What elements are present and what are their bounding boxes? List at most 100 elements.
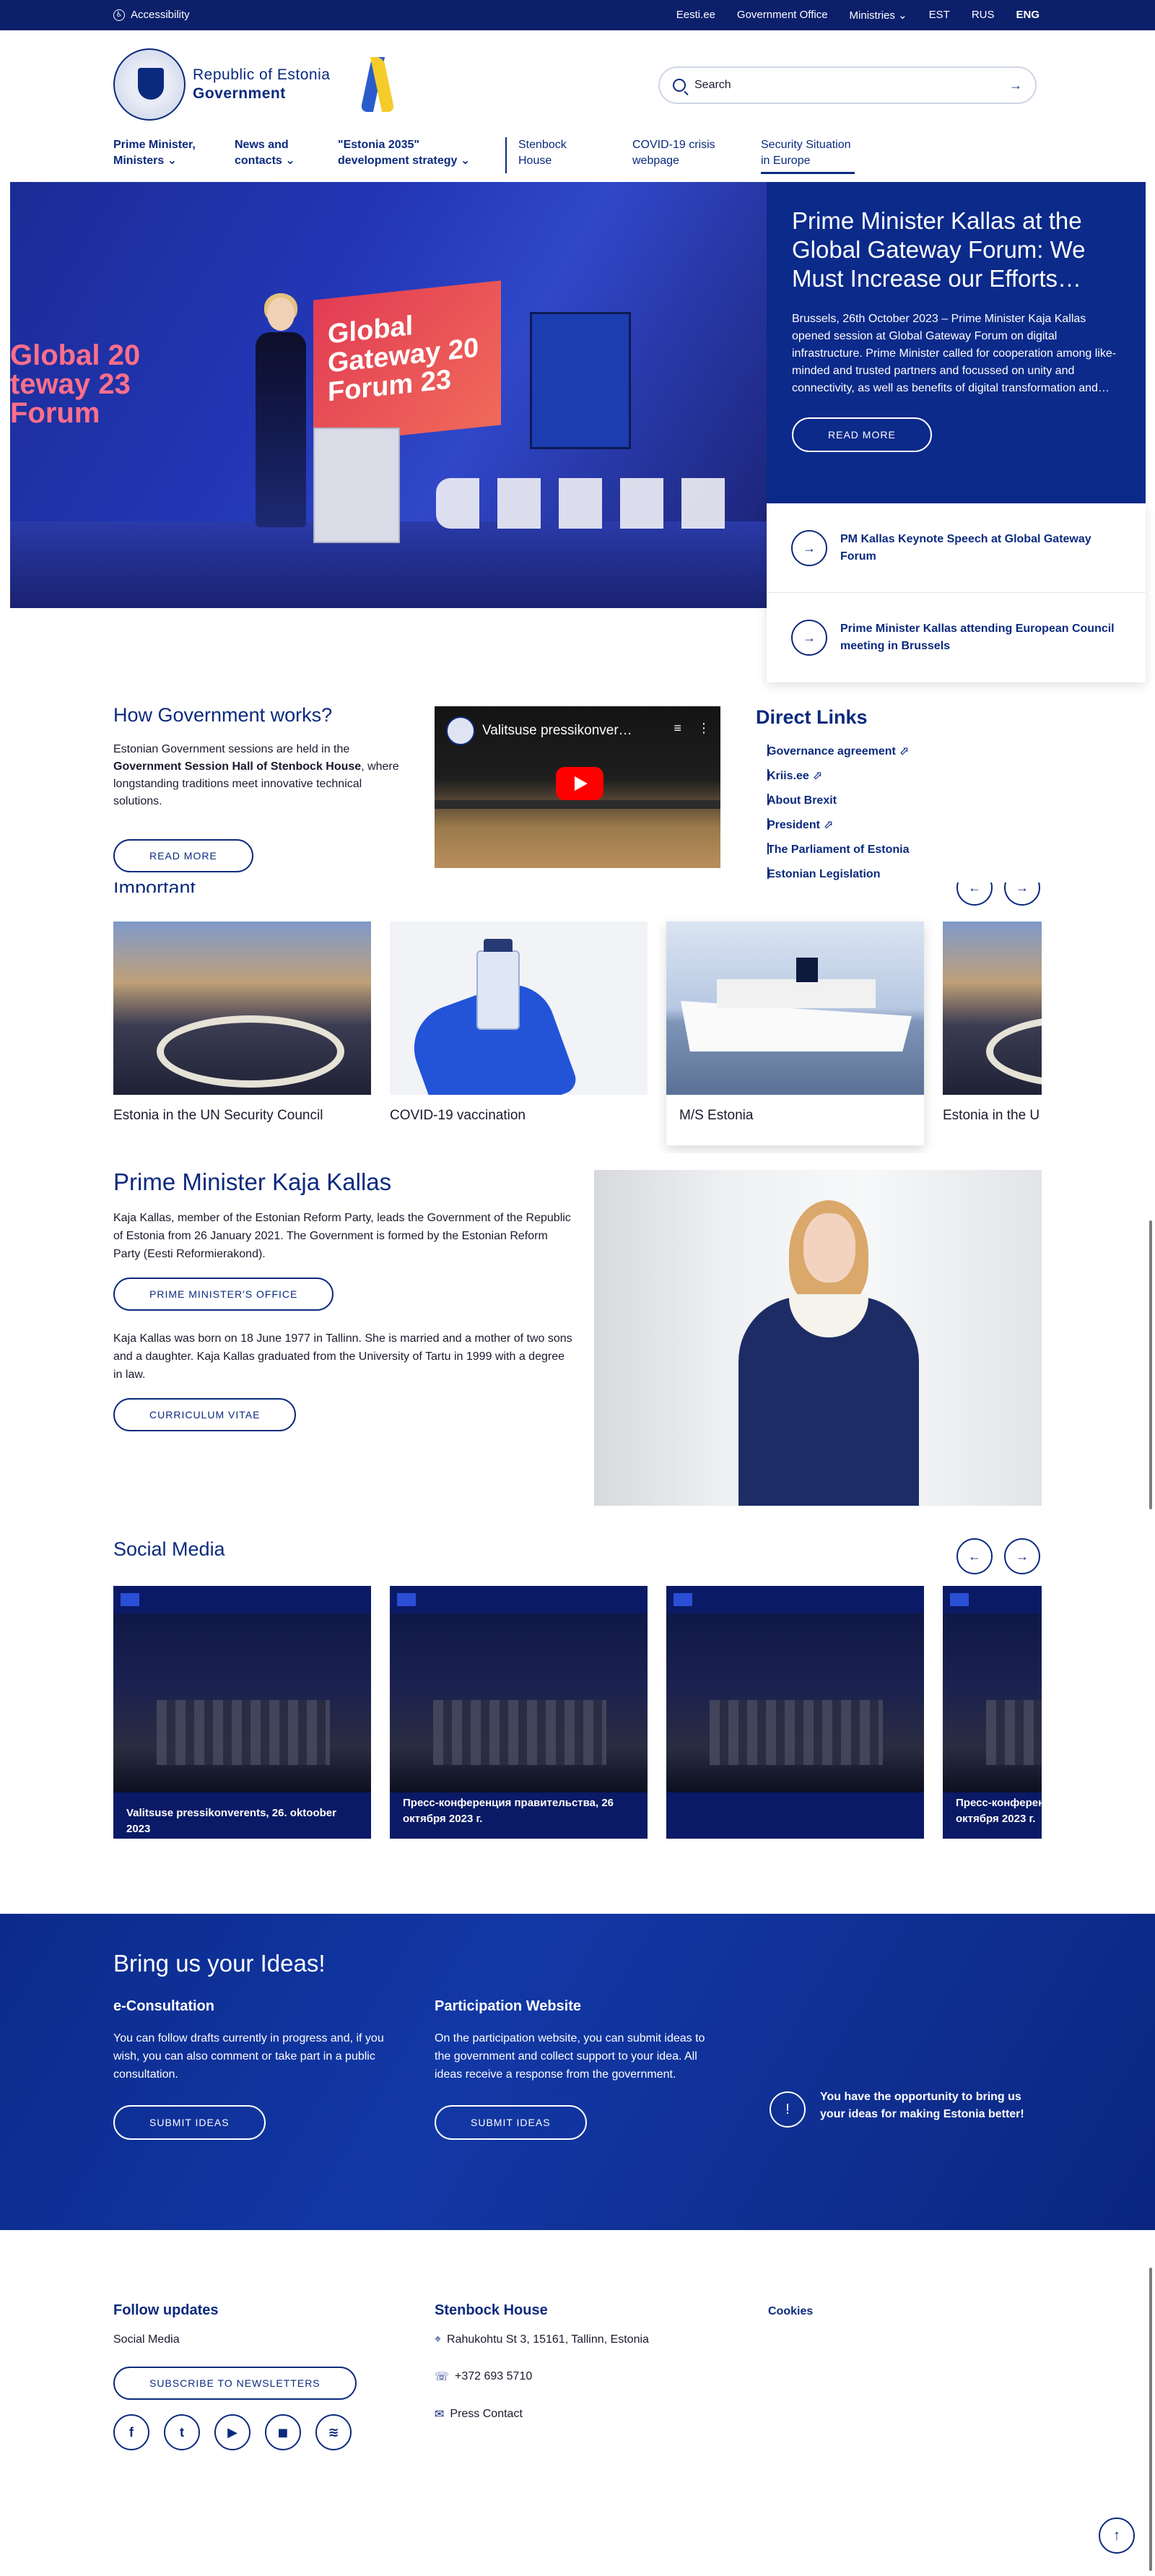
nav-covid[interactable]: COVID-19 crisis webpage [632, 137, 726, 174]
lang-eng[interactable]: ENG [1016, 9, 1040, 22]
social-next-button[interactable]: → [1004, 1538, 1040, 1574]
important-carousel: Important ← → Estonia in the UN Security… [113, 882, 1042, 1153]
direct-links-title: Direct Links [756, 706, 868, 728]
twitter-icon[interactable]: t [164, 2414, 200, 2450]
hero-title[interactable]: Prime Minister Kallas at the Global Gate… [792, 207, 1120, 293]
hero-related-label-1: PM Kallas Keynote Speech at Global Gatew… [840, 532, 1091, 563]
vaccine-image [390, 921, 648, 1095]
e-consultation-submit-button[interactable]: SUBMIT IDEAS [113, 2105, 266, 2140]
how-gov-read-more-button[interactable]: READ MORE [113, 839, 253, 872]
social-media-link[interactable]: Social Media [113, 2333, 357, 2346]
nav-estonia-2035[interactable]: "Estonia 2035" development strategy ⌄ [338, 137, 482, 174]
back-to-top-button[interactable]: ↑ [1099, 2518, 1135, 2554]
youtube-badge-icon [674, 1593, 692, 1606]
direct-link-parliament[interactable]: The Parliament of Estonia [767, 843, 1045, 857]
hero-image[interactable]: Global 20 teway 23 Forum Global Gateway 20 F… [10, 182, 768, 608]
hero-card: Prime Minister Kallas at the Global Gate… [767, 182, 1146, 503]
video-title[interactable]: Valitsuse pressikonver… [482, 723, 632, 739]
ideas-title: Bring us your Ideas! [113, 1950, 326, 1977]
nav-security-situation[interactable]: Security Situation in Europe [761, 137, 855, 174]
accessibility-link[interactable]: ♿ Accessibility [113, 9, 190, 21]
card-caption: Estonia in the UN Security Council [113, 1108, 323, 1123]
scrollbar[interactable] [1149, 1220, 1152, 1509]
rss-icon[interactable]: ≋ [315, 2414, 352, 2450]
youtube-icon[interactable]: ▶ [214, 2414, 250, 2450]
direct-link-brexit[interactable]: About Brexit [767, 794, 1045, 808]
hero-related-link-1[interactable]: → PM Kallas Keynote Speech at Global Gat… [767, 503, 1146, 593]
more-options-icon[interactable]: ⋮ [697, 721, 710, 736]
hero-related-links: → PM Kallas Keynote Speech at Global Gat… [767, 503, 1146, 682]
arrow-right-icon[interactable]: → [1009, 78, 1022, 93]
carousel-next-button[interactable]: → [1004, 882, 1040, 906]
social-card-2[interactable]: Пресс-конференция правительства, 26 октя… [390, 1586, 648, 1839]
hero-image-podium [313, 428, 400, 543]
direct-link-president[interactable]: President ⬀ [767, 818, 1045, 833]
lang-rus[interactable]: RUS [972, 9, 995, 22]
curriculum-vitae-button[interactable]: CURRICULUM VITAE [113, 1398, 297, 1431]
cookies-link[interactable]: Cookies [768, 2305, 813, 2318]
hero-image-screen: Global Gateway 20 Forum 23 [313, 280, 501, 445]
social-card-1[interactable]: Valitsuse pressikonverents, 26. oktoober… [113, 1586, 371, 1839]
location-icon: ⌖ [435, 2333, 442, 2346]
accessibility-icon: ♿ [113, 9, 125, 21]
stenbock-house-contact: Stenbock House ⌖ Rahukohtu St 3, 15161, T… [435, 2302, 649, 2445]
mail-icon: ✉ [435, 2408, 445, 2421]
important-card-un[interactable]: Estonia in the UN Security Council [113, 921, 371, 1145]
nav-stenbock-house[interactable]: Stenbock House [518, 137, 598, 174]
press-contact-link[interactable]: Press Contact [450, 2408, 522, 2421]
social-card-4[interactable]: Пресс-конферен октября 2023 г. [943, 1586, 1042, 1839]
important-card-ms-estonia[interactable]: M/S Estonia [666, 921, 924, 1145]
logo-line-1: Republic of Estonia [193, 66, 331, 83]
how-gov-text: Estonian Government sessions are held in… [113, 743, 399, 807]
pm-office-button[interactable]: PRIME MINISTER'S OFFICE [113, 1278, 334, 1311]
subscribe-newsletter-button[interactable]: SUBSCRIBE TO NEWSLETTERS [113, 2367, 357, 2400]
top-link-government-office[interactable]: Government Office [737, 9, 828, 22]
participation-submit-button[interactable]: SUBMIT IDEAS [435, 2105, 587, 2140]
direct-link-governance-agreement[interactable]: Governance agreement ⬀ [767, 745, 1045, 759]
phone[interactable]: +372 693 5710 [455, 2370, 532, 2383]
important-card-covid[interactable]: COVID-19 vaccination [390, 921, 648, 1145]
direct-link-kriis[interactable]: Kriis.ee ⬀ [767, 769, 1045, 784]
pm-text-2: Kaja Kallas was born on 18 June 1977 in … [113, 1332, 572, 1381]
flickr-icon[interactable]: ◼ [265, 2414, 301, 2450]
social-card-3[interactable] [666, 1586, 924, 1839]
carousel-prev-button[interactable]: ← [956, 882, 993, 906]
hero-related-link-2[interactable]: → Prime Minister Kallas attending Europe… [767, 593, 1146, 682]
social-title: Social Media [113, 1538, 225, 1560]
pm-text-1: Kaja Kallas, member of the Estonian Refo… [113, 1212, 571, 1260]
youtube-badge-icon [397, 1593, 416, 1606]
logo-line-2: Government [193, 85, 286, 102]
hero-image-speaker [248, 293, 313, 536]
nav-prime-minister[interactable]: Prime Minister, Ministers ⌄ [113, 137, 200, 174]
hero-image-chairs [436, 478, 739, 529]
social-card-text: Пресс-конференция правительства, 26 октя… [403, 1797, 614, 1825]
social-card-image [943, 1613, 1042, 1792]
social-card-image [113, 1613, 371, 1792]
hero-read-more-button[interactable]: READ MORE [792, 417, 932, 452]
search-placeholder: Search [694, 79, 731, 91]
participation-website: Participation Website On the participati… [435, 1998, 723, 2140]
playlist-icon[interactable]: ≡ [674, 721, 681, 736]
channel-avatar-icon [446, 716, 475, 745]
participation-text: On the participation website, you can su… [435, 2032, 705, 2081]
social-prev-button[interactable]: ← [956, 1538, 993, 1574]
search-input[interactable]: Search → [658, 66, 1037, 104]
important-title: Important [113, 882, 196, 893]
lang-est[interactable]: EST [929, 9, 950, 22]
coat-of-arms-icon [113, 48, 186, 121]
scrollbar-lower[interactable] [1149, 2268, 1152, 2571]
social-card-text: Пресс-конферен октября 2023 г. [956, 1797, 1042, 1825]
top-link-eesti[interactable]: Eesti.ee [676, 9, 715, 22]
facebook-icon[interactable]: f [113, 2414, 149, 2450]
play-icon[interactable] [556, 767, 603, 800]
direct-link-legislation[interactable]: Estonian Legislation [767, 867, 1045, 882]
important-card-un-2[interactable]: Estonia in the U [943, 921, 1042, 1145]
prime-minister-photo [594, 1170, 1042, 1506]
nav-news-contacts[interactable]: News and contacts ⌄ [235, 137, 303, 174]
logo[interactable]: Republic of Estonia Government [113, 48, 396, 121]
video-player[interactable]: Valitsuse pressikonver… ≡ ⋮ [435, 706, 720, 868]
youtube-badge-icon [950, 1593, 969, 1606]
top-link-ministries[interactable]: Ministries ⌄ [850, 9, 907, 22]
phone-icon: ☏ [435, 2371, 450, 2383]
ideas-note-text: You have the opportunity to bring us you… [820, 2091, 1024, 2120]
